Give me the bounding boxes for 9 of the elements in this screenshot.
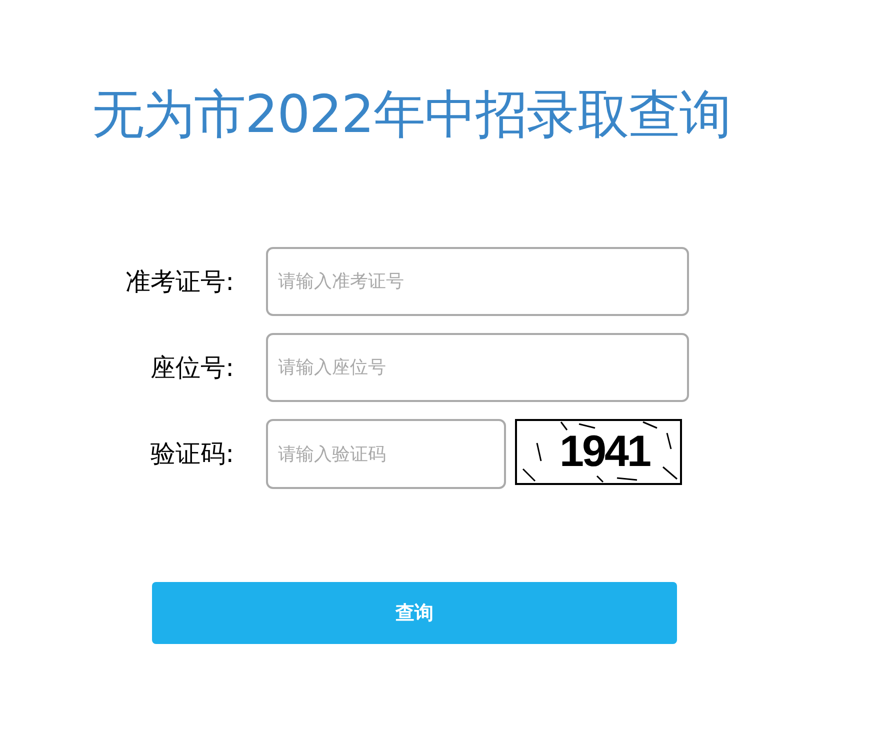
field-label: 验证码:: [150, 438, 234, 470]
input-field[interactable]: 请输入验证码: [266, 419, 506, 489]
page-title: 无为市2022年中招录取查询: [92, 84, 730, 147]
input-field[interactable]: 请输入座位号: [266, 333, 689, 402]
field-label: 座位号:: [150, 352, 234, 384]
captcha-code: 1941: [560, 430, 650, 474]
input-field[interactable]: 请输入准考证号: [266, 247, 689, 316]
field-label: 准考证号:: [126, 266, 234, 298]
captcha-image[interactable]: 1941: [515, 419, 682, 485]
